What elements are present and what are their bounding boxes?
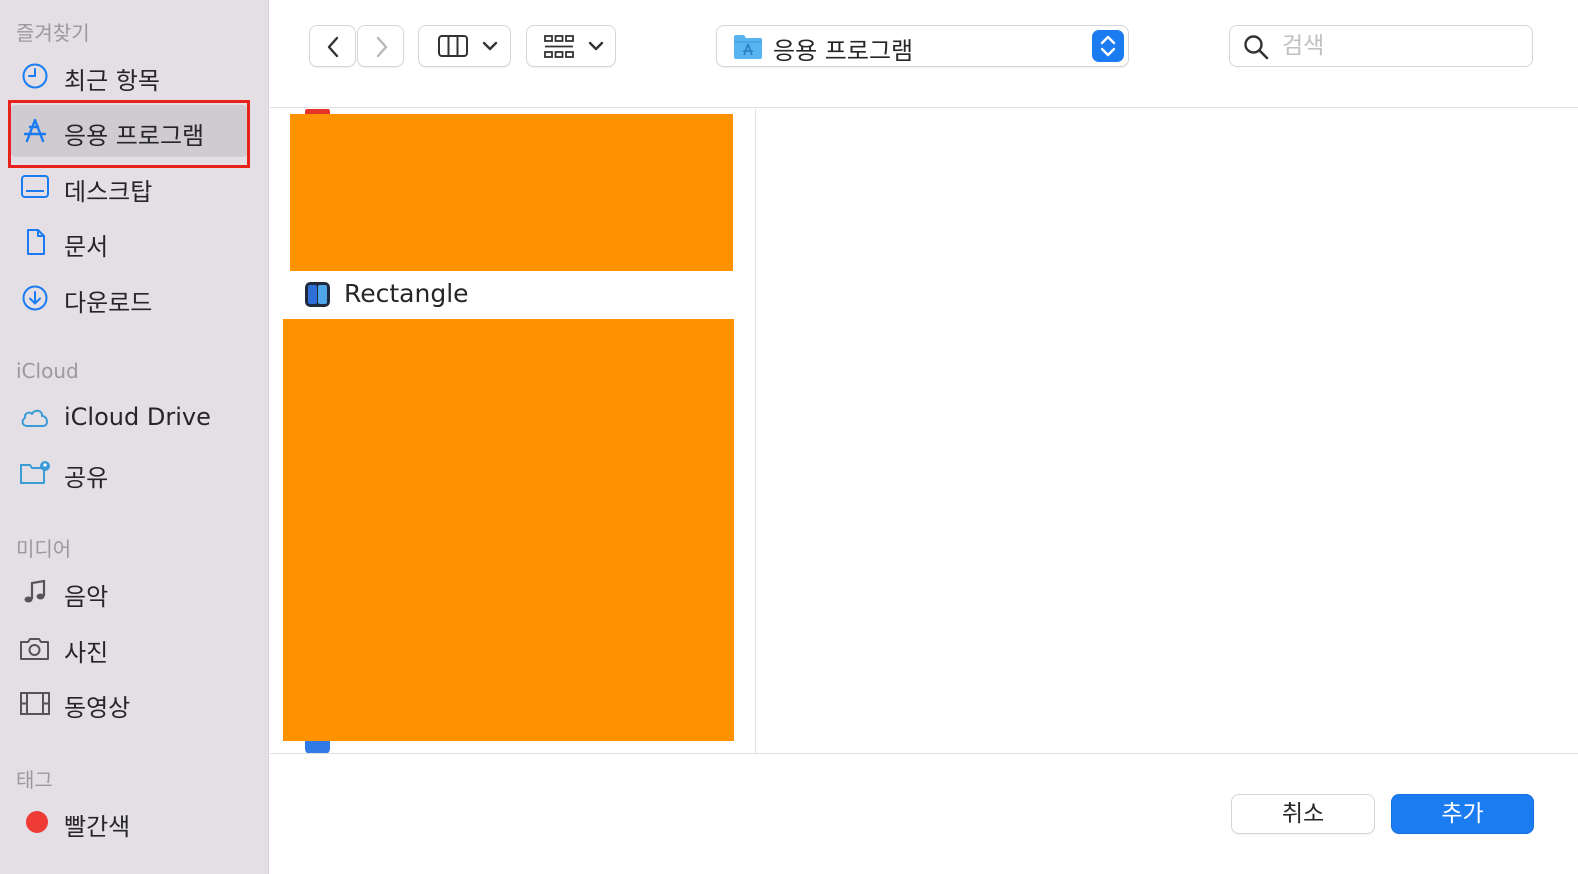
cancel-button[interactable]: 취소 <box>1231 794 1375 834</box>
sidebar-item-shared[interactable]: 공유 <box>10 447 248 499</box>
document-icon <box>27 229 45 255</box>
sidebar-item-desktop[interactable]: 데스크탑 <box>10 161 248 213</box>
shared-folder-icon <box>20 461 50 484</box>
list-item[interactable]: Rectangle <box>290 276 750 316</box>
sidebar-item-downloads[interactable]: 다운로드 <box>10 272 248 324</box>
grid-icon <box>544 35 574 58</box>
group-by-button[interactable] <box>526 25 616 67</box>
sidebar-item-label: 빨간색 <box>64 813 131 841</box>
camera-icon <box>20 638 49 660</box>
icloud-section-title: iCloud <box>16 359 79 383</box>
back-button[interactable] <box>309 25 356 67</box>
columns-view-icon <box>438 35 468 57</box>
file-browser: Rectangle <box>270 109 1578 754</box>
music-note-icon <box>24 579 46 603</box>
sidebar-item-label: 음악 <box>64 583 109 611</box>
location-label: 응용 프로그램 <box>773 37 914 65</box>
browser-column: Rectangle <box>270 109 756 753</box>
up-down-chevron-icon <box>1100 35 1116 57</box>
chevron-right-icon <box>376 36 388 58</box>
location-popup[interactable]: 응용 프로그램 <box>716 25 1129 67</box>
location-stepper[interactable] <box>1092 30 1124 62</box>
sidebar: 즐겨찾기 최근 항목 응용 프로그램 데스크탑 문서 다운로드 iCloud i… <box>0 0 269 874</box>
file-open-dialog: 즐겨찾기 최근 항목 응용 프로그램 데스크탑 문서 다운로드 iCloud i… <box>0 0 1578 874</box>
sidebar-item-label: 데스크탑 <box>64 178 153 206</box>
sidebar-item-icloud-drive[interactable]: iCloud Drive <box>10 392 248 444</box>
red-tag-dot <box>26 811 48 833</box>
film-icon <box>20 692 50 715</box>
view-mode-button[interactable] <box>418 25 511 67</box>
sidebar-item-recents[interactable]: 최근 항목 <box>10 50 248 102</box>
sidebar-item-label: 다운로드 <box>64 289 153 317</box>
chevron-down-icon <box>482 41 498 51</box>
rectangle-app-icon <box>305 282 330 307</box>
sidebar-item-label: iCloud Drive <box>64 403 211 431</box>
sidebar-item-tag-red[interactable]: 빨간색 <box>10 796 248 848</box>
cloud-icon <box>21 409 48 427</box>
add-button[interactable]: 추가 <box>1391 794 1534 834</box>
search-icon <box>1244 35 1269 60</box>
desktop-icon <box>21 175 49 198</box>
chevron-left-icon <box>327 36 339 58</box>
favorites-section-title: 즐겨찾기 <box>16 21 90 45</box>
clock-icon <box>22 63 48 89</box>
sidebar-item-label: 공유 <box>64 464 109 492</box>
toolbar: 응용 프로그램 <box>270 0 1578 108</box>
selection-highlight-box <box>8 100 250 168</box>
sidebar-item-label: 동영상 <box>64 694 131 722</box>
download-icon <box>22 285 48 311</box>
media-section-title: 미디어 <box>16 537 72 561</box>
tags-section-title: 태그 <box>16 768 53 792</box>
redacted-region <box>290 114 733 271</box>
chevron-down-icon <box>588 41 604 51</box>
search-input[interactable] <box>1282 32 1522 60</box>
sidebar-item-music[interactable]: 음악 <box>10 566 248 618</box>
sidebar-item-label: 최근 항목 <box>64 67 160 95</box>
list-item-label: Rectangle <box>344 279 469 308</box>
sidebar-item-label: 문서 <box>64 233 109 261</box>
search-field[interactable] <box>1229 25 1533 67</box>
sidebar-item-photos[interactable]: 사진 <box>10 622 248 674</box>
sidebar-item-documents[interactable]: 문서 <box>10 216 248 268</box>
forward-button[interactable] <box>357 25 404 67</box>
redacted-region <box>283 319 734 741</box>
sidebar-item-label: 사진 <box>64 639 109 667</box>
sidebar-item-movies[interactable]: 동영상 <box>10 677 248 729</box>
applications-folder-icon <box>734 35 762 59</box>
